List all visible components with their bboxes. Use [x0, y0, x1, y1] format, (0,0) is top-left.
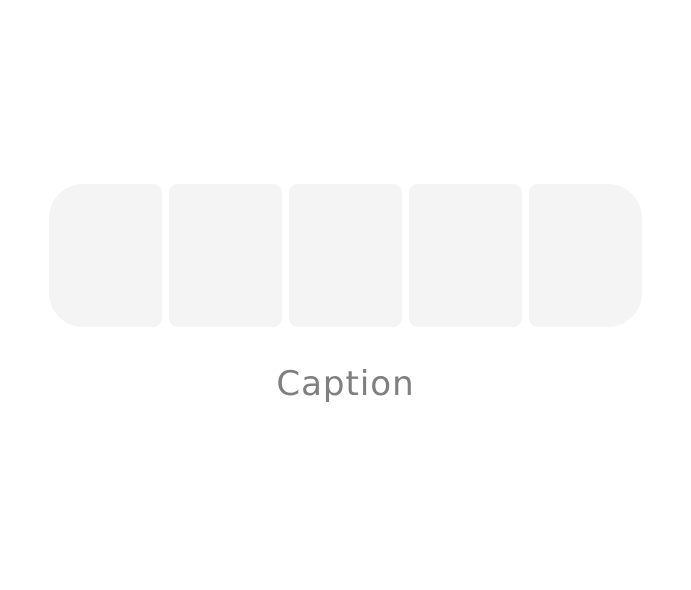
- placeholder-segment-3[interactable]: [289, 184, 402, 327]
- placeholder-segment-2[interactable]: [169, 184, 282, 327]
- placeholder-segment-5[interactable]: [529, 184, 642, 327]
- caption-text: Caption: [276, 364, 415, 404]
- placeholder-segment-1[interactable]: [49, 184, 162, 327]
- placeholder-segment-4[interactable]: [409, 184, 522, 327]
- segmented-placeholder-group: [49, 184, 642, 327]
